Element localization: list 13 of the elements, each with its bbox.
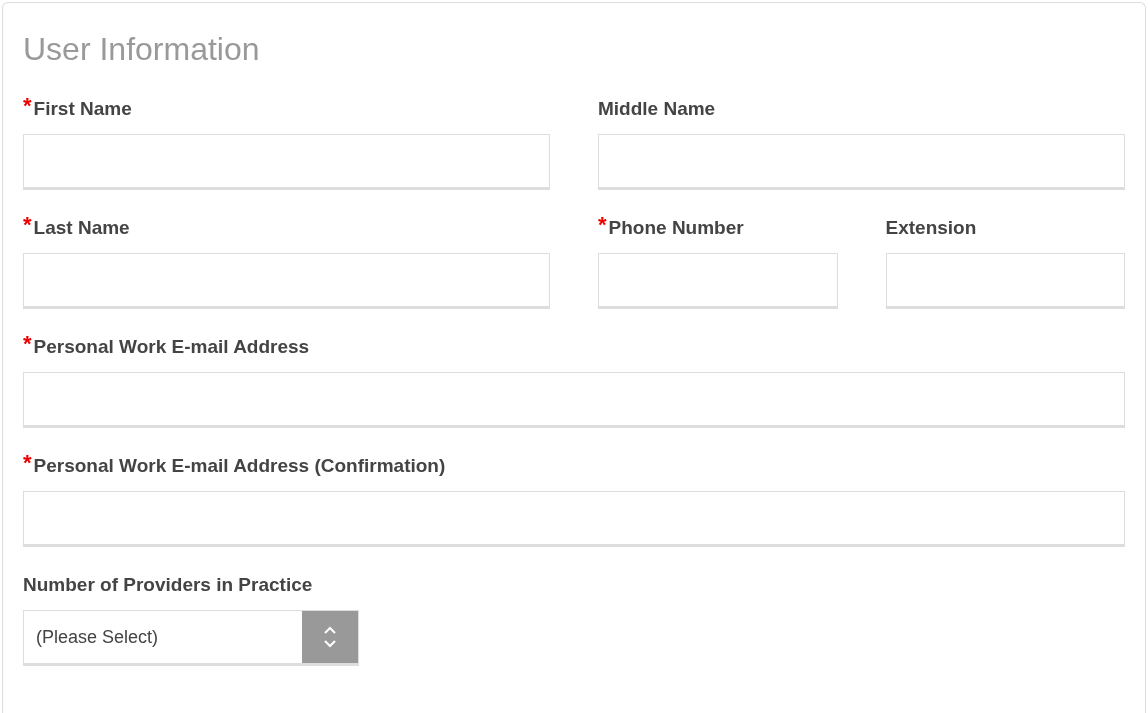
select-field[interactable]: (Please Select): [23, 610, 359, 666]
input-field[interactable]: [23, 253, 550, 309]
up-down-chevron-icon: [324, 626, 336, 648]
input-field[interactable]: [885, 253, 1125, 309]
input-field[interactable]: [598, 253, 838, 309]
field-label: Middle Name: [598, 97, 716, 121]
field-label: Number of Providers in Practice: [23, 573, 313, 597]
input-field[interactable]: [23, 372, 1125, 428]
input-field[interactable]: [598, 134, 1125, 190]
input-field[interactable]: [23, 491, 1125, 547]
field-label: Extension: [885, 216, 977, 240]
form-title: User Information: [23, 30, 261, 69]
input-field[interactable]: [23, 134, 550, 190]
